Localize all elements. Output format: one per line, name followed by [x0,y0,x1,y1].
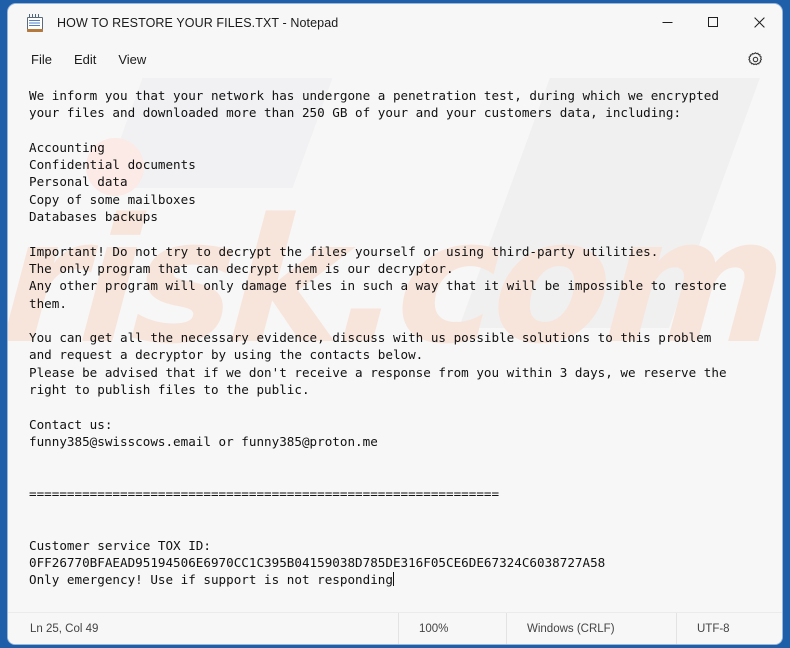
gear-icon [747,52,762,66]
status-encoding[interactable]: UTF-8 [676,613,744,644]
status-bar: Ln 25, Col 49 100% Windows (CRLF) UTF-8 [8,612,782,644]
notepad-window: HOW TO RESTORE YOUR FILES.TXT - Notepad [8,4,782,644]
status-line-ending[interactable]: Windows (CRLF) [506,613,676,644]
maximize-icon [707,17,718,27]
document-text[interactable]: We inform you that your network has unde… [8,78,782,589]
maximize-button[interactable] [690,4,736,41]
close-icon [753,17,765,28]
title-bar[interactable]: HOW TO RESTORE YOUR FILES.TXT - Notepad [8,4,782,41]
status-cursor-position[interactable]: Ln 25, Col 49 [8,613,398,644]
text-editor-area[interactable]: risk.com We inform you that your network… [8,78,782,612]
menu-bar: File Edit View [8,41,782,78]
notepad-icon [27,13,43,32]
window-controls [644,4,782,41]
minimize-icon [662,22,672,23]
settings-button[interactable] [740,45,770,75]
close-button[interactable] [736,4,782,41]
status-zoom-level[interactable]: 100% [398,613,506,644]
text-caret [392,572,394,587]
menu-item-edit[interactable]: Edit [63,47,107,72]
menu-item-file[interactable]: File [20,47,63,72]
minimize-button[interactable] [644,4,690,41]
window-title: HOW TO RESTORE YOUR FILES.TXT - Notepad [57,15,339,30]
menu-item-view[interactable]: View [107,47,157,72]
